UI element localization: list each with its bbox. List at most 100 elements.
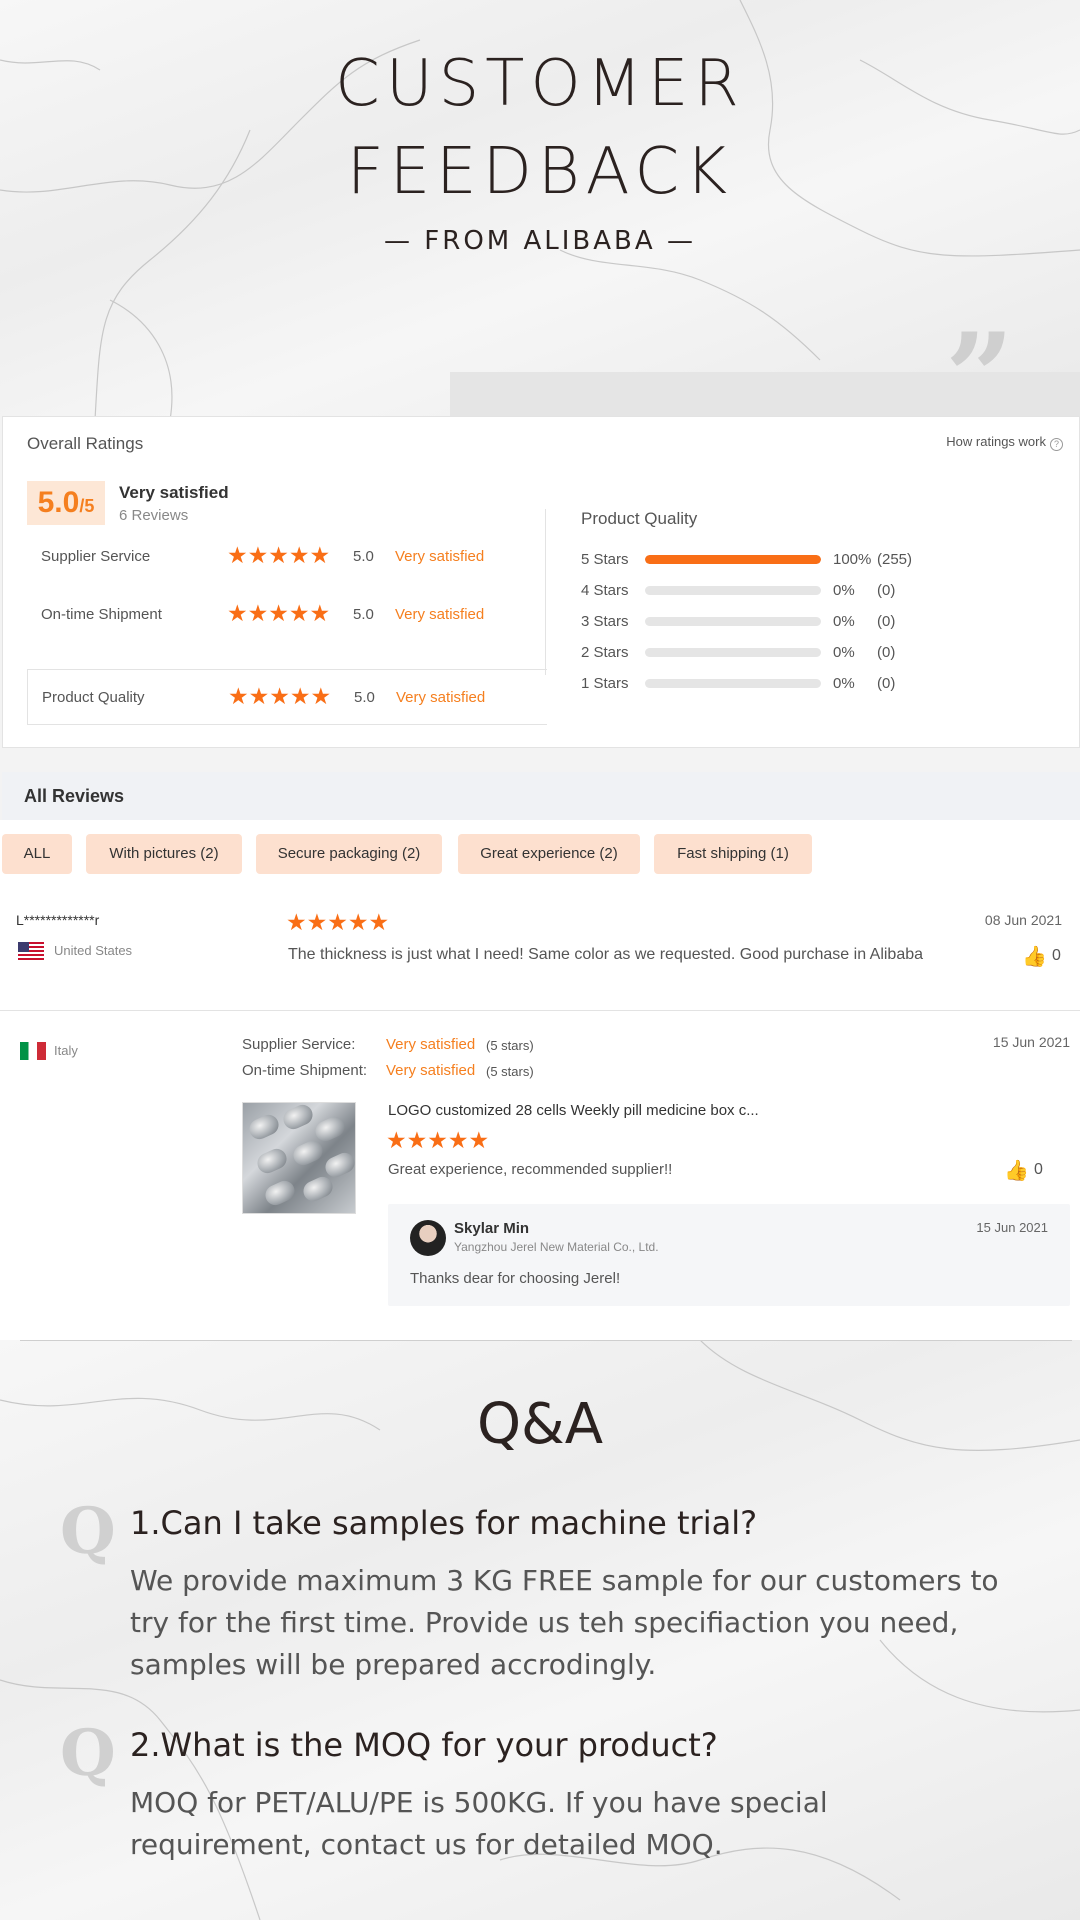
distribution-bar-fill xyxy=(645,555,821,564)
rating-label: Product Quality xyxy=(42,689,145,706)
avatar xyxy=(410,1220,446,1256)
review-count: 6 Reviews xyxy=(119,507,189,524)
star-rating-icon: ★★★★★ xyxy=(227,543,331,569)
hero-subtitle: — FROM ALIBABA — xyxy=(384,226,696,256)
filter-chip-secure-packaging[interactable]: Secure packaging (2) xyxy=(256,834,442,874)
distribution-label: 5 Stars xyxy=(581,551,629,568)
reply-author: Skylar Min xyxy=(454,1220,530,1237)
distribution-count: (255) xyxy=(877,551,913,568)
thumbs-up-icon[interactable]: 👍 xyxy=(1022,944,1047,968)
rating-status: Very satisfied xyxy=(396,689,486,706)
distribution-percent: 0% xyxy=(833,644,855,661)
distribution-percent: 0% xyxy=(833,613,855,630)
reviewer-country: United States xyxy=(54,943,133,958)
product-image[interactable] xyxy=(242,1102,356,1214)
all-reviews-header: All Reviews xyxy=(2,772,1080,820)
us-flag-icon xyxy=(18,942,44,960)
supplier-service-value: Very satisfied xyxy=(386,1036,476,1053)
distribution-title: Product Quality xyxy=(581,509,698,528)
product-title-link[interactable]: LOGO customized 28 cells Weekly pill med… xyxy=(388,1102,759,1119)
answer-1: We provide maximum 3 KG FREE sample for … xyxy=(130,1564,999,1681)
review-divider xyxy=(0,1010,1080,1011)
distribution-bar xyxy=(645,648,821,657)
distribution-label: 4 Stars xyxy=(581,582,629,599)
question-2: 2.What is the MOQ for your product? xyxy=(130,1726,718,1764)
filter-chip-with-pictures[interactable]: With pictures (2) xyxy=(86,834,242,874)
overall-ratings-panel: Overall Ratings How ratings work? 5.0/5 … xyxy=(2,416,1080,748)
distribution-label: 2 Stars xyxy=(581,644,629,661)
score-label: Very satisfied xyxy=(119,483,229,502)
reply-company: Yangzhou Jerel New Material Co., Ltd. xyxy=(454,1240,659,1254)
hero-title-line1: CUSTOMER xyxy=(335,47,745,121)
distribution-count: (0) xyxy=(877,675,896,692)
rating-row-product-quality[interactable]: Product Quality ★★★★★ 5.0 Very satisfied xyxy=(27,669,547,725)
distribution-row: 2 Stars 0% (0) xyxy=(581,642,981,662)
rating-value: 5.0 xyxy=(354,689,375,706)
review-text: Great experience, recommended supplier!! xyxy=(388,1161,673,1178)
all-reviews-title: All Reviews xyxy=(24,786,125,806)
on-time-shipment-label: On-time Shipment: xyxy=(242,1062,368,1079)
rating-status: Very satisfied xyxy=(395,606,485,623)
rating-label: Supplier Service xyxy=(41,548,151,565)
how-ratings-work-link[interactable]: How ratings work? xyxy=(946,434,1063,451)
rating-value: 5.0 xyxy=(353,606,374,623)
overall-ratings-title: Overall Ratings xyxy=(27,434,144,453)
score-badge: 5.0/5 xyxy=(27,481,105,525)
rating-label: On-time Shipment xyxy=(41,606,162,623)
rating-row-on-time-shipment[interactable]: On-time Shipment ★★★★★ 5.0 Very satisfie… xyxy=(27,587,547,643)
distribution-bar xyxy=(645,679,821,688)
review-text: The thickness is just what I need! Same … xyxy=(288,946,924,963)
like-count: 0 xyxy=(1052,947,1061,964)
distribution-count: (0) xyxy=(877,582,896,599)
qa-title: Q&A xyxy=(476,1392,604,1457)
on-time-shipment-value: Very satisfied xyxy=(386,1062,476,1079)
answer-2: MOQ for PET/ALU/PE is 500KG. If you have… xyxy=(130,1786,828,1861)
review-date: 08 Jun 2021 xyxy=(984,912,1062,928)
supplier-service-label: Supplier Service: xyxy=(242,1036,356,1053)
divider xyxy=(20,1340,1072,1341)
star-rating-icon: ★★★★★ xyxy=(228,684,332,710)
rating-value: 5.0 xyxy=(353,548,374,565)
reply-text: Thanks dear for choosing Jerel! xyxy=(410,1270,621,1287)
score-value: 5.0 xyxy=(37,486,80,519)
like-count: 0 xyxy=(1034,1161,1043,1178)
distribution-bar xyxy=(645,586,821,595)
help-icon: ? xyxy=(1050,438,1063,451)
distribution-row: 1 Stars 0% (0) xyxy=(581,673,981,693)
reviewer-country: Italy xyxy=(54,1043,78,1058)
supplier-service-note: (5 stars) xyxy=(486,1038,534,1053)
divider xyxy=(545,509,546,675)
question-q-icon: Q xyxy=(60,1494,116,1569)
distribution-percent: 0% xyxy=(833,675,855,692)
distribution-label: 3 Stars xyxy=(581,613,629,630)
filter-chip-all[interactable]: ALL xyxy=(2,834,72,874)
italy-flag-icon xyxy=(20,1042,46,1060)
on-time-shipment-note: (5 stars) xyxy=(486,1064,534,1079)
reviewer-name: L*************r xyxy=(16,912,100,928)
reply-date: 15 Jun 2021 xyxy=(976,1220,1048,1235)
review-date: 15 Jun 2021 xyxy=(992,1034,1070,1050)
star-rating-icon: ★★★★★ xyxy=(227,601,331,627)
distribution-label: 1 Stars xyxy=(581,675,629,692)
score-max: /5 xyxy=(79,496,95,516)
supplier-reply: Skylar Min Yangzhou Jerel New Material C… xyxy=(388,1204,1070,1306)
distribution-count: (0) xyxy=(877,644,896,661)
filter-chip-great-experience[interactable]: Great experience (2) xyxy=(458,834,640,874)
distribution-row: 4 Stars 0% (0) xyxy=(581,580,981,600)
review-stars-icon: ★★★★★ xyxy=(286,910,390,936)
question-1: 1.Can I take samples for machine trial? xyxy=(130,1504,758,1542)
rating-row-supplier-service[interactable]: Supplier Service ★★★★★ 5.0 Very satisfie… xyxy=(27,529,547,585)
question-q-icon: Q xyxy=(60,1716,116,1791)
distribution-count: (0) xyxy=(877,613,896,630)
distribution-row: 3 Stars 0% (0) xyxy=(581,611,981,631)
filter-chip-fast-shipping[interactable]: Fast shipping (1) xyxy=(654,834,812,874)
thumbs-up-icon[interactable]: 👍 xyxy=(1004,1158,1029,1182)
distribution-row: 5 Stars 100% (255) xyxy=(581,549,981,569)
distribution-bar xyxy=(645,555,821,564)
hero-title-line2: FEEDBACK xyxy=(346,135,734,209)
rating-status: Very satisfied xyxy=(395,548,485,565)
distribution-percent: 100% xyxy=(833,551,872,568)
distribution-percent: 0% xyxy=(833,582,855,599)
distribution-bar xyxy=(645,617,821,626)
review-stars-icon: ★★★★★ xyxy=(386,1128,490,1154)
